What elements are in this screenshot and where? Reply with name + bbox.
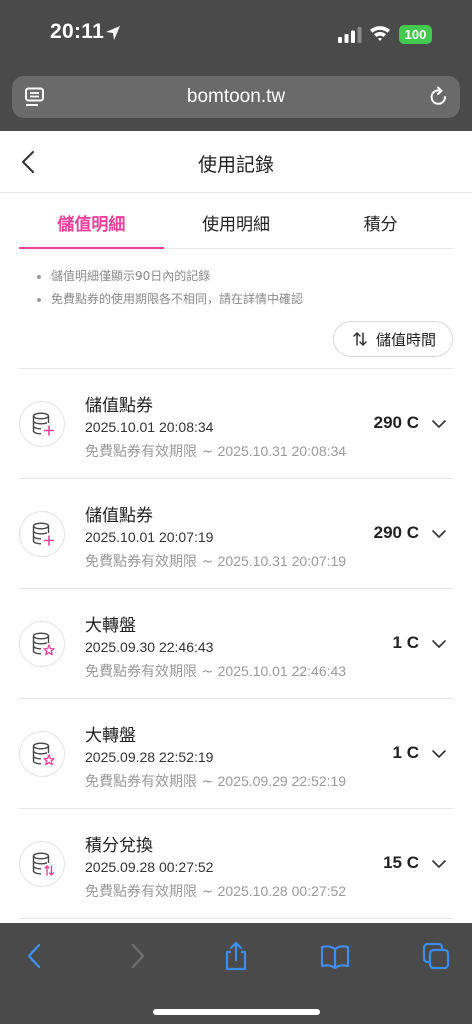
status-bar: 20:11 100: [0, 0, 472, 70]
record-item[interactable]: 大轉盤 2025.09.28 22:52:19 免費點券有效期限 ~ 2025.…: [19, 699, 453, 809]
status-time: 20:11: [50, 20, 105, 43]
coin-star-icon: [19, 621, 65, 667]
back-arrow-icon[interactable]: [20, 941, 50, 971]
sort-row: 儲值時間: [19, 311, 453, 369]
sort-label: 儲值時間: [375, 330, 436, 349]
expiry-label: 免費點券有效期限 ~: [85, 444, 218, 460]
chevron-down-icon[interactable]: [431, 857, 447, 871]
record-type: 積分兌換: [85, 836, 153, 856]
home-indicator[interactable]: [153, 1009, 320, 1015]
record-date: 2025.10.01 20:07:19: [85, 529, 214, 545]
record-date: 2025.09.28 00:27:52: [85, 859, 214, 875]
record-expiry: 免費點券有效期限 ~ 2025.10.31 20:08:34: [85, 441, 346, 461]
expiry-date: 2025.10.28 00:27:52: [217, 883, 347, 899]
record-date: 2025.09.28 22:52:19: [85, 749, 214, 765]
location-arrow-icon: [106, 26, 120, 40]
coin-exchange-icon: [19, 841, 65, 887]
expiry-label: 免費點券有效期限 ~: [85, 884, 218, 900]
record-expiry: 免費點券有效期限 ~ 2025.10.31 20:07:19: [85, 551, 346, 571]
url-text[interactable]: bomtoon.tw: [12, 86, 460, 108]
chevron-down-icon[interactable]: [431, 747, 447, 761]
sort-button[interactable]: 儲值時間: [332, 321, 453, 357]
wifi-icon: [370, 26, 390, 41]
record-amount: 290 C: [373, 523, 419, 542]
note-item: 儲值明細僅顯示90日內的記錄: [37, 265, 472, 288]
page-content: 使用記錄 儲值明細 使用明細 積分 儲值明細僅顯示90日內的記錄 免費點券的使用…: [0, 131, 472, 923]
record-amount: 1 C: [392, 633, 419, 652]
tab-bar: 儲值明細 使用明細 積分: [19, 193, 453, 249]
note-item: 免費點券的使用期限各不相同，請在詳情中確認: [37, 288, 472, 311]
coin-plus-icon: [19, 511, 65, 557]
page-title: 使用記錄: [197, 154, 274, 176]
expiry-date: 2025.09.29 22:52:19: [217, 773, 347, 789]
record-expiry: 免費點券有效期限 ~ 2025.10.01 22:46:43: [85, 661, 346, 681]
record-item[interactable]: 大轉盤 2025.09.30 22:46:43 免費點券有效期限 ~ 2025.…: [19, 589, 453, 699]
share-icon[interactable]: [221, 941, 251, 971]
record-item[interactable]: 儲值點券 2025.10.01 20:08:34 免費點券有效期限 ~ 2025…: [19, 369, 453, 479]
tab-usage-details[interactable]: 使用明細: [164, 193, 309, 248]
record-amount: 1 C: [392, 743, 419, 762]
record-date: 2025.09.30 22:46:43: [85, 639, 214, 655]
expiry-date: 2025.10.31 20:07:19: [217, 553, 347, 569]
record-amount: 15 C: [383, 853, 419, 872]
expiry-label: 免費點券有效期限 ~: [85, 554, 218, 570]
record-date: 2025.10.01 20:08:34: [85, 419, 214, 435]
record-type: 大轉盤: [85, 726, 136, 746]
forward-arrow-icon[interactable]: [122, 941, 152, 971]
chevron-down-icon[interactable]: [431, 417, 447, 431]
record-type: 儲值點券: [85, 506, 153, 526]
expiry-date: 2025.10.31 20:08:34: [217, 443, 347, 459]
expiry-date: 2025.10.01 22:46:43: [217, 663, 347, 679]
coin-star-icon: [19, 731, 65, 777]
record-item[interactable]: 儲值點券 2025.10.01 20:07:19 免費點券有效期限 ~ 2025…: [19, 479, 453, 589]
tab-recharge-details[interactable]: 儲值明細: [19, 193, 164, 249]
expiry-label: 免費點券有效期限 ~: [85, 664, 218, 680]
expiry-label: 免費點券有效期限 ~: [85, 774, 218, 790]
chevron-down-icon[interactable]: [431, 637, 447, 651]
tab-points[interactable]: 積分: [308, 193, 453, 248]
coin-plus-icon: [19, 401, 65, 447]
notes-list: 儲值明細僅顯示90日內的記錄 免費點券的使用期限各不相同，請在詳情中確認: [0, 249, 472, 311]
bookmarks-icon[interactable]: [320, 941, 350, 971]
cellular-signal-icon: [338, 27, 362, 43]
record-type: 大轉盤: [85, 616, 136, 636]
record-expiry: 免費點券有效期限 ~ 2025.10.28 00:27:52: [85, 881, 346, 901]
sort-arrows-icon: [353, 332, 367, 346]
reload-icon[interactable]: [428, 86, 449, 108]
record-amount: 290 C: [373, 413, 419, 432]
record-type: 儲值點券: [85, 396, 153, 416]
tabs-icon[interactable]: [421, 941, 451, 971]
chevron-down-icon[interactable]: [431, 527, 447, 541]
battery-indicator: 100: [399, 25, 432, 44]
page-header: 使用記錄: [0, 131, 472, 193]
address-bar[interactable]: bomtoon.tw: [12, 76, 460, 118]
record-item[interactable]: 積分兌換 2025.09.28 00:27:52 免費點券有效期限 ~ 2025…: [19, 809, 453, 919]
record-expiry: 免費點券有效期限 ~ 2025.09.29 22:52:19: [85, 771, 346, 791]
